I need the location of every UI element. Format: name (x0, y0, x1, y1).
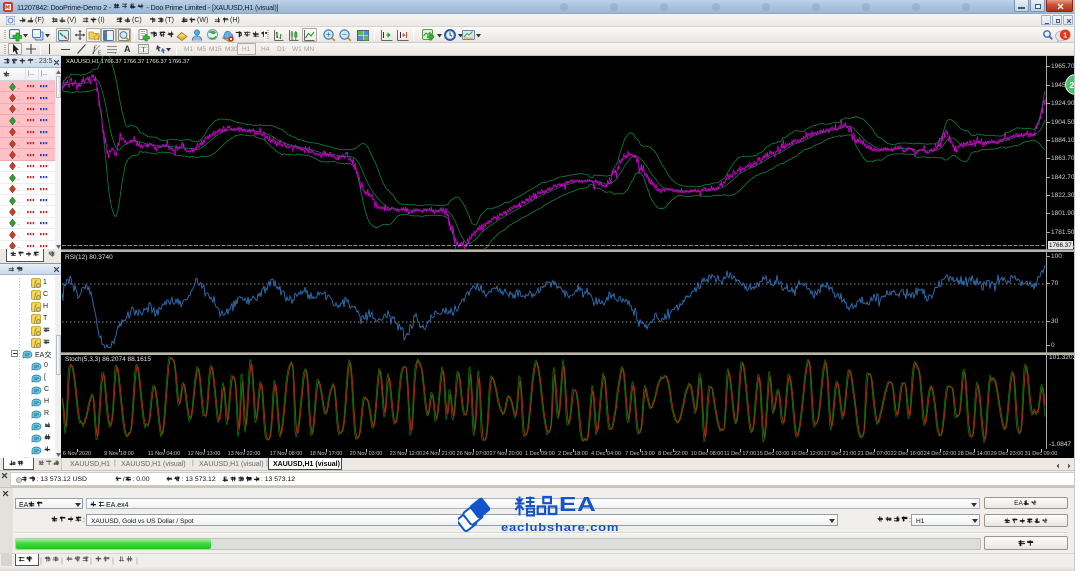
svg-text:1: 1 (1063, 30, 1067, 39)
svg-text:+: + (326, 30, 331, 39)
svg-text:E: E (98, 51, 102, 56)
svg-text:T: T (141, 46, 146, 54)
svg-text:−: − (342, 30, 347, 39)
